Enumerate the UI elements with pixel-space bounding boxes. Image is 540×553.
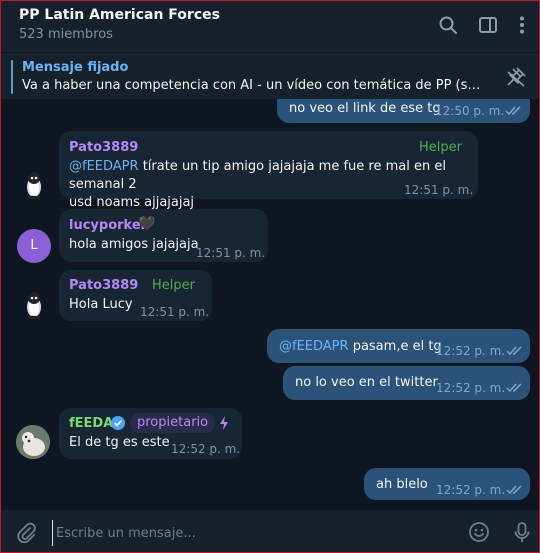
avatar-feeda[interactable]	[16, 425, 50, 459]
message-time: 12:51 p. m.	[140, 305, 210, 319]
message-composer	[0, 510, 540, 553]
message-text: Hola Lucy	[69, 297, 133, 312]
verified-icon	[111, 416, 125, 430]
pinned-text: Va a haber una competencia con AI - un v…	[22, 78, 484, 93]
attach-icon[interactable]	[15, 521, 37, 544]
outgoing-message[interactable]: no lo veo en el twitter 12:52 p. m.	[283, 366, 530, 400]
read-checks-icon	[506, 382, 524, 393]
chat-title[interactable]: PP Latin American Forces	[19, 7, 220, 23]
message-text: no lo veo en el twitter	[295, 375, 438, 390]
incoming-message[interactable]: lucyporker 🖤 hola amigos jajajaja 12:51 …	[59, 209, 268, 262]
message-list[interactable]: no veo el link de ese tg 12:50 p. m. Pat…	[0, 99, 540, 510]
pinned-accent-bar	[11, 60, 13, 94]
message-time: 12:52 p. m.	[436, 381, 506, 395]
more-vertical-icon[interactable]	[511, 14, 533, 36]
message-text: El de tg es este	[69, 435, 170, 450]
read-checks-icon	[505, 105, 523, 116]
mention-link[interactable]: @fEEDAPR	[69, 159, 139, 174]
message-time: 12:50 p. m.	[435, 104, 505, 118]
outgoing-message[interactable]: ah blelo 12:52 p. m.	[364, 468, 530, 500]
sender-name[interactable]: Pato3889	[69, 277, 138, 295]
avatar-lucy[interactable]: L	[17, 229, 51, 263]
message-text-line2: usd noams ajjajajaj	[69, 195, 195, 210]
pinned-label: Mensaje fijado	[22, 60, 129, 75]
message-text: no veo el link de ese tg	[289, 101, 441, 116]
message-time: 12:51 p. m.	[196, 246, 266, 260]
pinned-message-bar[interactable]: Mensaje fijado Va a haber una competenci…	[0, 52, 540, 99]
message-text: hola amigos jajajaja	[69, 237, 199, 252]
role-badge: propietario	[130, 413, 216, 433]
microphone-icon[interactable]	[511, 521, 533, 543]
message-input[interactable]	[52, 520, 458, 546]
outgoing-message[interactable]: no veo el link de ese tg 12:50 p. m.	[277, 99, 530, 123]
emoji-icon[interactable]	[468, 521, 490, 543]
avatar-pato[interactable]	[17, 287, 51, 321]
message-time: 12:52 p. m.	[436, 344, 506, 358]
boost-icon	[219, 416, 229, 430]
mention-link[interactable]: @fEEDAPR	[279, 339, 349, 354]
outgoing-message[interactable]: @fEEDAPR pasam,e el tg 12:52 p. m.	[267, 329, 530, 363]
incoming-message[interactable]: Pato3889 Helper Hola Lucy 12:51 p. m.	[59, 270, 212, 321]
sender-emoji: 🖤	[138, 216, 156, 232]
chat-header: PP Latin American Forces 523 miembros	[0, 0, 540, 52]
sender-name[interactable]: lucyporker	[69, 217, 147, 235]
message-time: 12:52 p. m.	[436, 483, 506, 497]
message-body: @fEEDAPR pasam,e el tg	[279, 338, 442, 356]
incoming-message[interactable]: fEEDA propietario El de tg es este 12:52…	[59, 408, 242, 459]
message-text: ah blelo	[376, 477, 428, 492]
message-text: pasam,e el tg	[348, 339, 442, 354]
incoming-message[interactable]: Pato3889 Helper @fEEDAPR tírate un tip a…	[59, 131, 478, 210]
unpin-icon[interactable]	[505, 66, 527, 88]
member-count: 523 miembros	[19, 27, 113, 42]
avatar-pato[interactable]	[17, 167, 51, 201]
sidebar-toggle-icon[interactable]	[477, 14, 499, 36]
role-badge: Helper	[419, 140, 462, 155]
search-icon[interactable]	[437, 14, 459, 36]
role-badge: Helper	[152, 278, 195, 293]
avatar-letter: L	[30, 238, 38, 253]
read-checks-icon	[506, 345, 524, 356]
sender-name[interactable]: Pato3889	[69, 139, 138, 157]
message-time: 12:52 p. m.	[171, 442, 241, 456]
message-time: 12:51 p. m.	[404, 183, 474, 197]
sender-name[interactable]: fEEDA	[69, 415, 113, 433]
read-checks-icon	[506, 484, 524, 495]
